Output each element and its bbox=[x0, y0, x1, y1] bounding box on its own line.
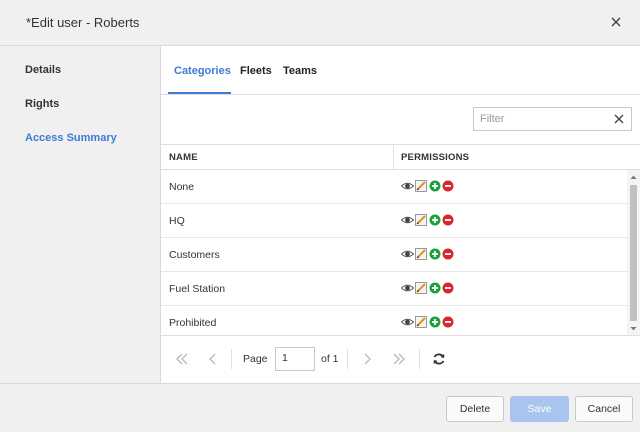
close-icon[interactable] bbox=[606, 12, 626, 32]
column-divider bbox=[393, 145, 394, 169]
last-page-icon[interactable] bbox=[391, 351, 407, 367]
row-name: HQ bbox=[169, 215, 185, 227]
page-number-input[interactable] bbox=[282, 352, 312, 364]
clear-icon[interactable] bbox=[613, 113, 625, 125]
remove-icon[interactable] bbox=[442, 180, 454, 192]
dialog-footer: Delete Save Cancel bbox=[0, 383, 640, 432]
permission-icons bbox=[401, 282, 455, 294]
permission-icons bbox=[401, 180, 455, 192]
eye-icon[interactable] bbox=[401, 282, 414, 294]
row-name: Fuel Station bbox=[169, 283, 226, 295]
table-header: NAME PERMISSIONS bbox=[161, 144, 640, 170]
sidebar-item-rights[interactable]: Rights bbox=[25, 98, 59, 110]
permission-icons bbox=[401, 214, 455, 226]
table-row[interactable]: Prohibited bbox=[161, 306, 627, 335]
dialog-titlebar: *Edit user - Roberts bbox=[0, 0, 640, 46]
edit-icon[interactable] bbox=[415, 248, 428, 260]
next-page-icon[interactable] bbox=[359, 351, 375, 367]
save-button[interactable]: Save bbox=[510, 396, 569, 422]
first-page-icon[interactable] bbox=[174, 351, 190, 367]
column-header-permissions[interactable]: PERMISSIONS bbox=[401, 152, 469, 163]
active-tab-indicator bbox=[168, 92, 231, 94]
main-panel: Categories Fleets Teams NAME PERMISSIONS… bbox=[161, 46, 640, 383]
add-icon[interactable] bbox=[429, 248, 441, 260]
table-scrollbar[interactable] bbox=[627, 170, 640, 335]
row-name: Customers bbox=[169, 249, 220, 261]
column-header-name[interactable]: NAME bbox=[169, 152, 198, 163]
eye-icon[interactable] bbox=[401, 180, 414, 192]
remove-icon[interactable] bbox=[442, 282, 454, 294]
scrollbar-thumb[interactable] bbox=[630, 185, 637, 321]
add-icon[interactable] bbox=[429, 316, 441, 328]
pager-divider bbox=[347, 349, 348, 369]
table-body: None HQ Customers Fuel Station Prohibite… bbox=[161, 170, 627, 335]
sidebar-item-access-summary[interactable]: Access Summary bbox=[25, 132, 117, 144]
cancel-button[interactable]: Cancel bbox=[575, 396, 633, 422]
previous-page-icon[interactable] bbox=[205, 351, 221, 367]
scroll-down-icon[interactable] bbox=[629, 324, 638, 333]
edit-icon[interactable] bbox=[415, 214, 428, 226]
permission-icons bbox=[401, 248, 455, 260]
table-row[interactable]: HQ bbox=[161, 204, 627, 238]
tab-categories[interactable]: Categories bbox=[174, 65, 231, 77]
pager-divider bbox=[231, 349, 232, 369]
delete-button[interactable]: Delete bbox=[446, 396, 504, 422]
remove-icon[interactable] bbox=[442, 248, 454, 260]
eye-icon[interactable] bbox=[401, 214, 414, 226]
refresh-icon[interactable] bbox=[431, 351, 447, 367]
sidebar-item-details[interactable]: Details bbox=[25, 64, 61, 76]
row-name: Prohibited bbox=[169, 317, 217, 329]
remove-icon[interactable] bbox=[442, 214, 454, 226]
table-row[interactable]: Customers bbox=[161, 238, 627, 272]
remove-icon[interactable] bbox=[442, 316, 454, 328]
page-number-field[interactable] bbox=[275, 347, 315, 371]
table-row[interactable]: Fuel Station bbox=[161, 272, 627, 306]
add-icon[interactable] bbox=[429, 180, 441, 192]
filter-field[interactable] bbox=[473, 107, 632, 131]
permission-icons bbox=[401, 316, 455, 328]
add-icon[interactable] bbox=[429, 282, 441, 294]
row-name: None bbox=[169, 181, 195, 193]
edit-icon[interactable] bbox=[415, 316, 428, 328]
scroll-up-icon[interactable] bbox=[629, 173, 638, 182]
tab-bar: Categories Fleets Teams bbox=[161, 46, 640, 95]
add-icon[interactable] bbox=[429, 214, 441, 226]
eye-icon[interactable] bbox=[401, 316, 414, 328]
edit-icon[interactable] bbox=[415, 180, 428, 192]
eye-icon[interactable] bbox=[401, 248, 414, 260]
tab-fleets[interactable]: Fleets bbox=[240, 65, 272, 77]
page-label: Page bbox=[243, 353, 268, 365]
pager-divider bbox=[419, 349, 420, 369]
pagination-bar: Page of 1 bbox=[161, 335, 640, 383]
edit-icon[interactable] bbox=[415, 282, 428, 294]
tab-teams[interactable]: Teams bbox=[283, 65, 317, 77]
dialog-title: *Edit user - Roberts bbox=[26, 15, 140, 30]
edit-user-dialog: *Edit user - Roberts Details Rights Acce… bbox=[0, 0, 640, 432]
table-row[interactable]: None bbox=[161, 170, 627, 204]
filter-input[interactable] bbox=[480, 111, 600, 127]
page-count-label: of 1 bbox=[321, 353, 339, 365]
sidebar: Details Rights Access Summary bbox=[0, 46, 161, 383]
